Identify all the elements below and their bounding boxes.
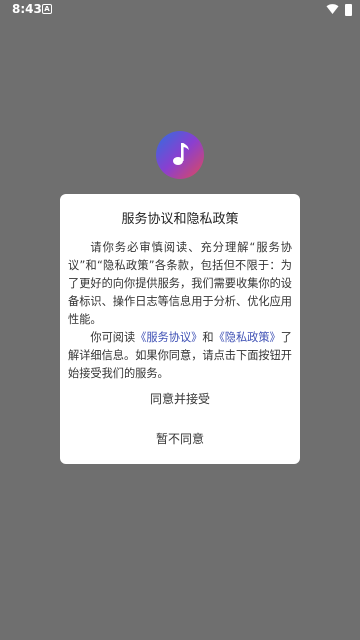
dialog-paragraph-2: 你可阅读《服务协议》和《隐私政策》了解详细信息。如果你同意，请点击下面按钮开始接… bbox=[68, 329, 292, 383]
disagree-button[interactable]: 暂不同意 bbox=[120, 428, 240, 450]
and-text: 和 bbox=[202, 331, 214, 344]
notification-icon: A bbox=[42, 4, 52, 14]
status-bar: 8:43 A bbox=[0, 0, 360, 20]
music-note-icon bbox=[173, 143, 189, 165]
agree-button[interactable]: 同意并接受 bbox=[120, 388, 240, 410]
dialog-body: 请你务必审慎阅读、充分理解“服务协议”和“隐私政策”各条款，包括但不限于：为了更… bbox=[68, 239, 292, 383]
dialog-title: 服务协议和隐私政策 bbox=[121, 212, 239, 227]
app-logo bbox=[156, 131, 204, 179]
wifi-icon bbox=[326, 4, 339, 14]
status-time: 8:43 bbox=[12, 2, 42, 16]
dialog-paragraph-1: 请你务必审慎阅读、充分理解“服务协议”和“隐私政策”各条款，包括但不限于：为了更… bbox=[68, 241, 292, 326]
privacy-policy-link[interactable]: 《隐私政策》 bbox=[214, 331, 281, 344]
privacy-dialog: 服务协议和隐私政策 请你务必审慎阅读、充分理解“服务协议”和“隐私政策”各条款，… bbox=[60, 194, 300, 464]
paragraph2-prefix: 你可阅读 bbox=[90, 331, 136, 344]
service-agreement-link[interactable]: 《服务协议》 bbox=[135, 331, 202, 344]
battery-icon bbox=[345, 4, 352, 16]
